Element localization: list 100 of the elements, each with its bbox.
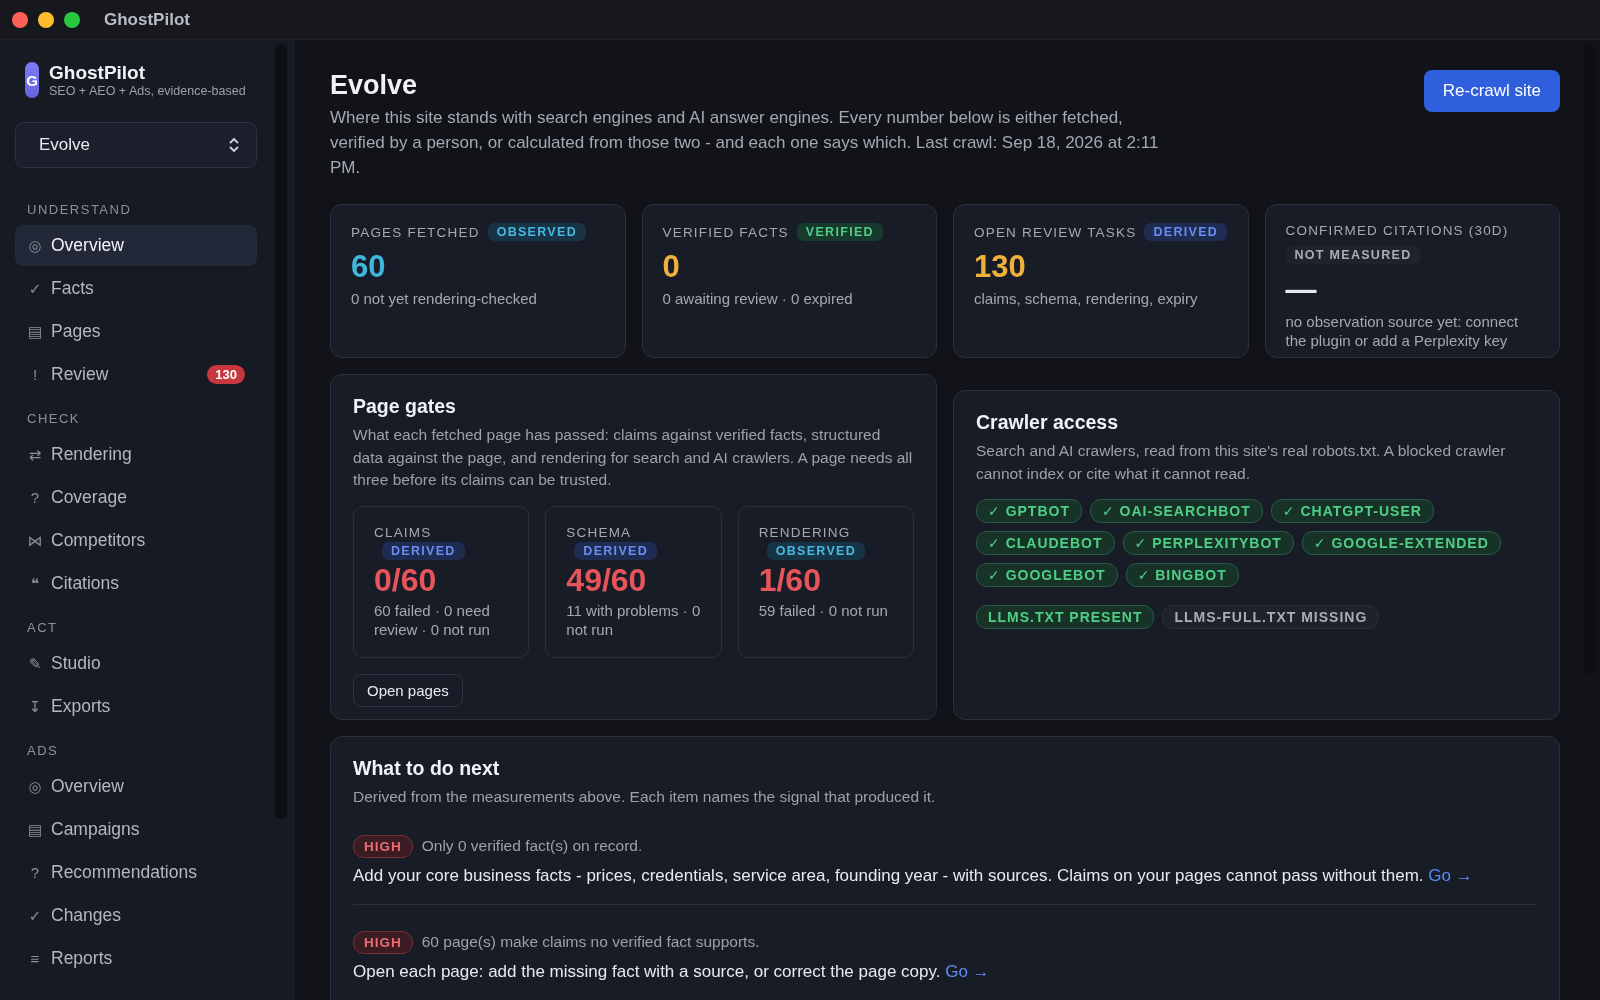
nav-label: Facts — [51, 278, 95, 299]
nav-item[interactable]: ↧ Exports — [15, 686, 257, 727]
nav-icon: ? — [27, 489, 43, 506]
brand-name: GhostPilot — [49, 62, 147, 84]
nav-item[interactable]: ⋈ Competitors — [15, 520, 257, 561]
go-link[interactable]: Go → — [1428, 865, 1473, 885]
stat-label: OPEN REVIEW TASKS — [974, 224, 1137, 240]
crawler-chip: ✓ PERPLEXITYBOT — [1122, 531, 1294, 555]
gate-note: 59 failed · 0 not run — [758, 600, 888, 620]
minimize-window-button[interactable] — [38, 11, 54, 28]
stat-value: 60 — [351, 249, 387, 285]
stat-note: 0 awaiting review · 0 expired — [662, 289, 854, 308]
card-title: What to do next — [353, 757, 501, 780]
source-tag: DERIVED — [574, 541, 657, 560]
file-status-chip: LLMS-FULL.TXT MISSING — [1162, 605, 1380, 629]
nav-item[interactable]: ◎ Overview — [15, 225, 257, 266]
priority-badge: HIGH — [353, 930, 413, 954]
gate-label: RENDERING — [758, 524, 851, 540]
gate-value: 1/60 — [758, 561, 821, 599]
nav-item[interactable]: ▤ Campaigns — [15, 809, 257, 850]
source-tag: VERIFIED — [796, 223, 883, 241]
gate-note: 11 with problems · 0 not run — [566, 600, 701, 639]
nav-icon: ◎ — [27, 236, 43, 255]
nav-item[interactable]: ! Review 130 — [15, 354, 257, 395]
page-description: Where this site stands with search engines and AI answer engines. Every number below is either fetched, verified by a person, or calculated from those two - and each one says which. Last crawl: Sep 18, 2026 at 2:11 PM. — [330, 107, 1160, 179]
nav-icon: ? — [27, 864, 43, 881]
stat-note: no observation source yet: connect the plugin or add a Perplexity key — [1285, 312, 1520, 350]
gate-label: SCHEMA — [566, 524, 632, 540]
nav-section-heading: CHECK — [27, 411, 81, 426]
nav-icon: ◎ — [27, 777, 43, 796]
stat-value: — — [1285, 272, 1318, 308]
nav-label: Competitors — [51, 530, 147, 551]
nav-icon: ≡ — [27, 950, 43, 967]
nav-item[interactable]: ◎ Overview — [15, 766, 257, 807]
nav-label: Campaigns — [51, 819, 141, 840]
action-text: Add your core business facts - prices, credentials, service area, founding year - with sources. Claims on your pages cannot pass without them. Go → — [353, 864, 1474, 887]
nav-item[interactable]: ≡ Reports — [15, 938, 257, 979]
nav-section-heading: ACT — [27, 620, 59, 635]
nav-label: Reports — [51, 948, 114, 969]
nav-label: Pages — [51, 321, 102, 342]
nav-item[interactable]: ❝ Citations — [15, 563, 257, 604]
nav-item[interactable]: ? Coverage — [15, 477, 257, 518]
nav-label: Overview — [51, 776, 125, 797]
crawler-chip: ✓ GPTBOT — [976, 499, 1082, 523]
nav-label: Rendering — [51, 444, 133, 465]
stat-value: 0 — [662, 249, 681, 285]
source-tag: OBSERVED — [766, 541, 865, 560]
stat-label: CONFIRMED CITATIONS (30D) — [1285, 223, 1509, 238]
recrawl-button[interactable]: Re-crawl site — [1423, 70, 1560, 112]
file-status-chip: LLMS.TXT PRESENT — [976, 605, 1155, 629]
source-tag: DERIVED — [1144, 223, 1228, 241]
nav-item[interactable]: ▤ Pages — [15, 311, 257, 352]
crawler-chip: ✓ GOOGLEBOT — [976, 563, 1118, 587]
nav-label: Exports — [51, 696, 112, 717]
card-title: Crawler access — [976, 411, 1120, 434]
card-description: Search and AI crawlers, read from this site's real robots.txt. A blocked crawler cannot index or cite what it cannot read. — [976, 441, 1507, 484]
nav-label: Coverage — [51, 487, 128, 508]
source-tag: OBSERVED — [487, 223, 586, 241]
nav-icon: ✓ — [27, 279, 43, 298]
logo: G — [25, 62, 39, 98]
go-link[interactable]: Go → — [945, 961, 990, 981]
crawler-chip: ✓ BINGBOT — [1125, 563, 1239, 587]
zoom-window-button[interactable] — [64, 11, 80, 28]
window-title: GhostPilot — [104, 9, 190, 30]
source-tag: NOT MEASURED — [1285, 246, 1421, 264]
brand-tagline: SEO + AEO + Ads, evidence-based — [49, 84, 246, 98]
nav-icon: ! — [27, 366, 43, 383]
gate-note: 60 failed · 0 need review · 0 not run — [374, 600, 491, 639]
nav-item[interactable]: ✓ Changes — [15, 895, 257, 936]
nav-icon: ▤ — [27, 820, 43, 839]
card-description: What each fetched page has passed: claims against verified facts, structured data against the page, and rendering for search and AI crawlers. A page needs all three before its claims can be trusted. — [353, 425, 914, 490]
nav-icon: ✎ — [27, 654, 43, 673]
nav-item[interactable]: ? Recommendations — [15, 852, 257, 893]
nav-section-heading: ADS — [27, 743, 60, 758]
crawler-chip: ✓ CLAUDEBOT — [976, 531, 1115, 555]
nav-label: Overview — [51, 235, 125, 256]
nav-icon: ❝ — [27, 574, 43, 593]
nav-label: Review — [51, 364, 110, 385]
nav-item[interactable]: ⇄ Rendering — [15, 434, 257, 475]
nav-section-heading: UNDERSTAND — [27, 202, 133, 217]
nav-icon: ⋈ — [27, 531, 43, 550]
nav-label: Recommendations — [51, 862, 198, 883]
gate-value: 49/60 — [566, 561, 647, 599]
crawler-chip: ✓ CHATGPT-USER — [1270, 499, 1434, 523]
gate-value: 0/60 — [374, 561, 437, 599]
source-tag: DERIVED — [382, 541, 465, 560]
nav-icon: ↧ — [27, 697, 43, 716]
close-window-button[interactable] — [12, 11, 28, 28]
card-title: Page gates — [353, 395, 457, 418]
gate-label: CLAIMS — [374, 524, 432, 540]
chevron-up-down-icon — [228, 136, 240, 154]
nav-label: Studio — [51, 653, 102, 674]
nav-label: Citations — [51, 573, 121, 594]
nav-icon: ✓ — [27, 906, 43, 925]
nav-item[interactable]: ✓ Facts — [15, 268, 257, 309]
nav-item[interactable]: ✎ Studio — [15, 643, 257, 684]
signal-text: 60 page(s) make claims no verified fact supports. — [421, 933, 760, 951]
site-select[interactable]: Evolve — [15, 122, 257, 168]
open-pages-button[interactable]: Open pages — [353, 673, 463, 707]
stat-label: VERIFIED FACTS — [662, 224, 789, 240]
